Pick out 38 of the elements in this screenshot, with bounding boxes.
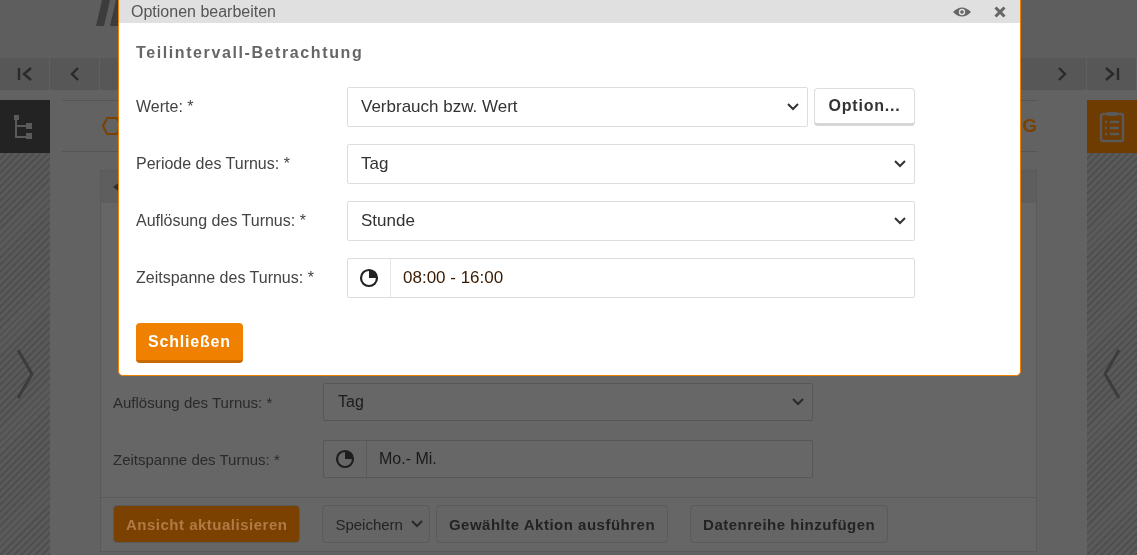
first-page-icon	[15, 67, 34, 81]
option-button[interactable]: Option...	[814, 88, 915, 126]
action-button[interactable]: Datenreihe hinzufügen	[690, 505, 889, 543]
select-field[interactable]: Verbrauch bzw. Wert	[347, 87, 808, 127]
chevron-down-icon	[894, 160, 906, 168]
chevron-down-icon	[787, 103, 799, 111]
field-label: Auflösung des Turnus: *	[113, 393, 274, 411]
clock-icon	[359, 268, 379, 288]
field-label: Auflösung des Turnus: *	[136, 212, 307, 230]
eye-icon[interactable]	[952, 5, 972, 18]
chevron-right-icon[interactable]	[16, 348, 34, 400]
chevron-down-icon	[792, 398, 804, 406]
field-label: Periode des Turnus: *	[136, 155, 291, 173]
chevron-down-icon	[894, 217, 906, 225]
chevron-left-icon[interactable]	[1103, 348, 1121, 400]
time-field[interactable]: 08:00 - 16:00	[347, 258, 915, 298]
action-button[interactable]: Gewählte Aktion ausführen	[435, 505, 669, 543]
close-button[interactable]: Schließen	[136, 323, 243, 363]
time-field[interactable]: Mo.- Mi.	[323, 440, 813, 478]
select-field[interactable]: Tag	[347, 144, 915, 184]
select-field[interactable]: Tag	[323, 383, 813, 421]
list-icon	[1099, 110, 1125, 143]
select-field[interactable]: Stunde	[347, 201, 915, 241]
chevron-left-icon	[68, 67, 81, 81]
field-label: Zeitspanne des Turnus: *	[136, 269, 315, 287]
dialog-title: Optionen bearbeiten	[131, 2, 276, 21]
chevron-right-icon	[1055, 67, 1068, 81]
tree-view-button[interactable]	[0, 100, 50, 153]
section-title: Teilintervall-Betrachtung	[136, 43, 365, 63]
field-label: Werte: *	[136, 98, 195, 116]
action-select[interactable]: Speichern	[322, 505, 430, 543]
chevron-down-icon	[410, 520, 423, 528]
list-view-button[interactable]	[1087, 100, 1137, 153]
update-view-button[interactable]: Ansicht aktualisieren	[113, 505, 301, 543]
clock-icon	[335, 449, 355, 469]
close-icon[interactable]	[994, 5, 1006, 18]
page-heading: G	[1022, 115, 1037, 137]
field-label: Zeitspanne des Turnus: *	[113, 450, 281, 468]
